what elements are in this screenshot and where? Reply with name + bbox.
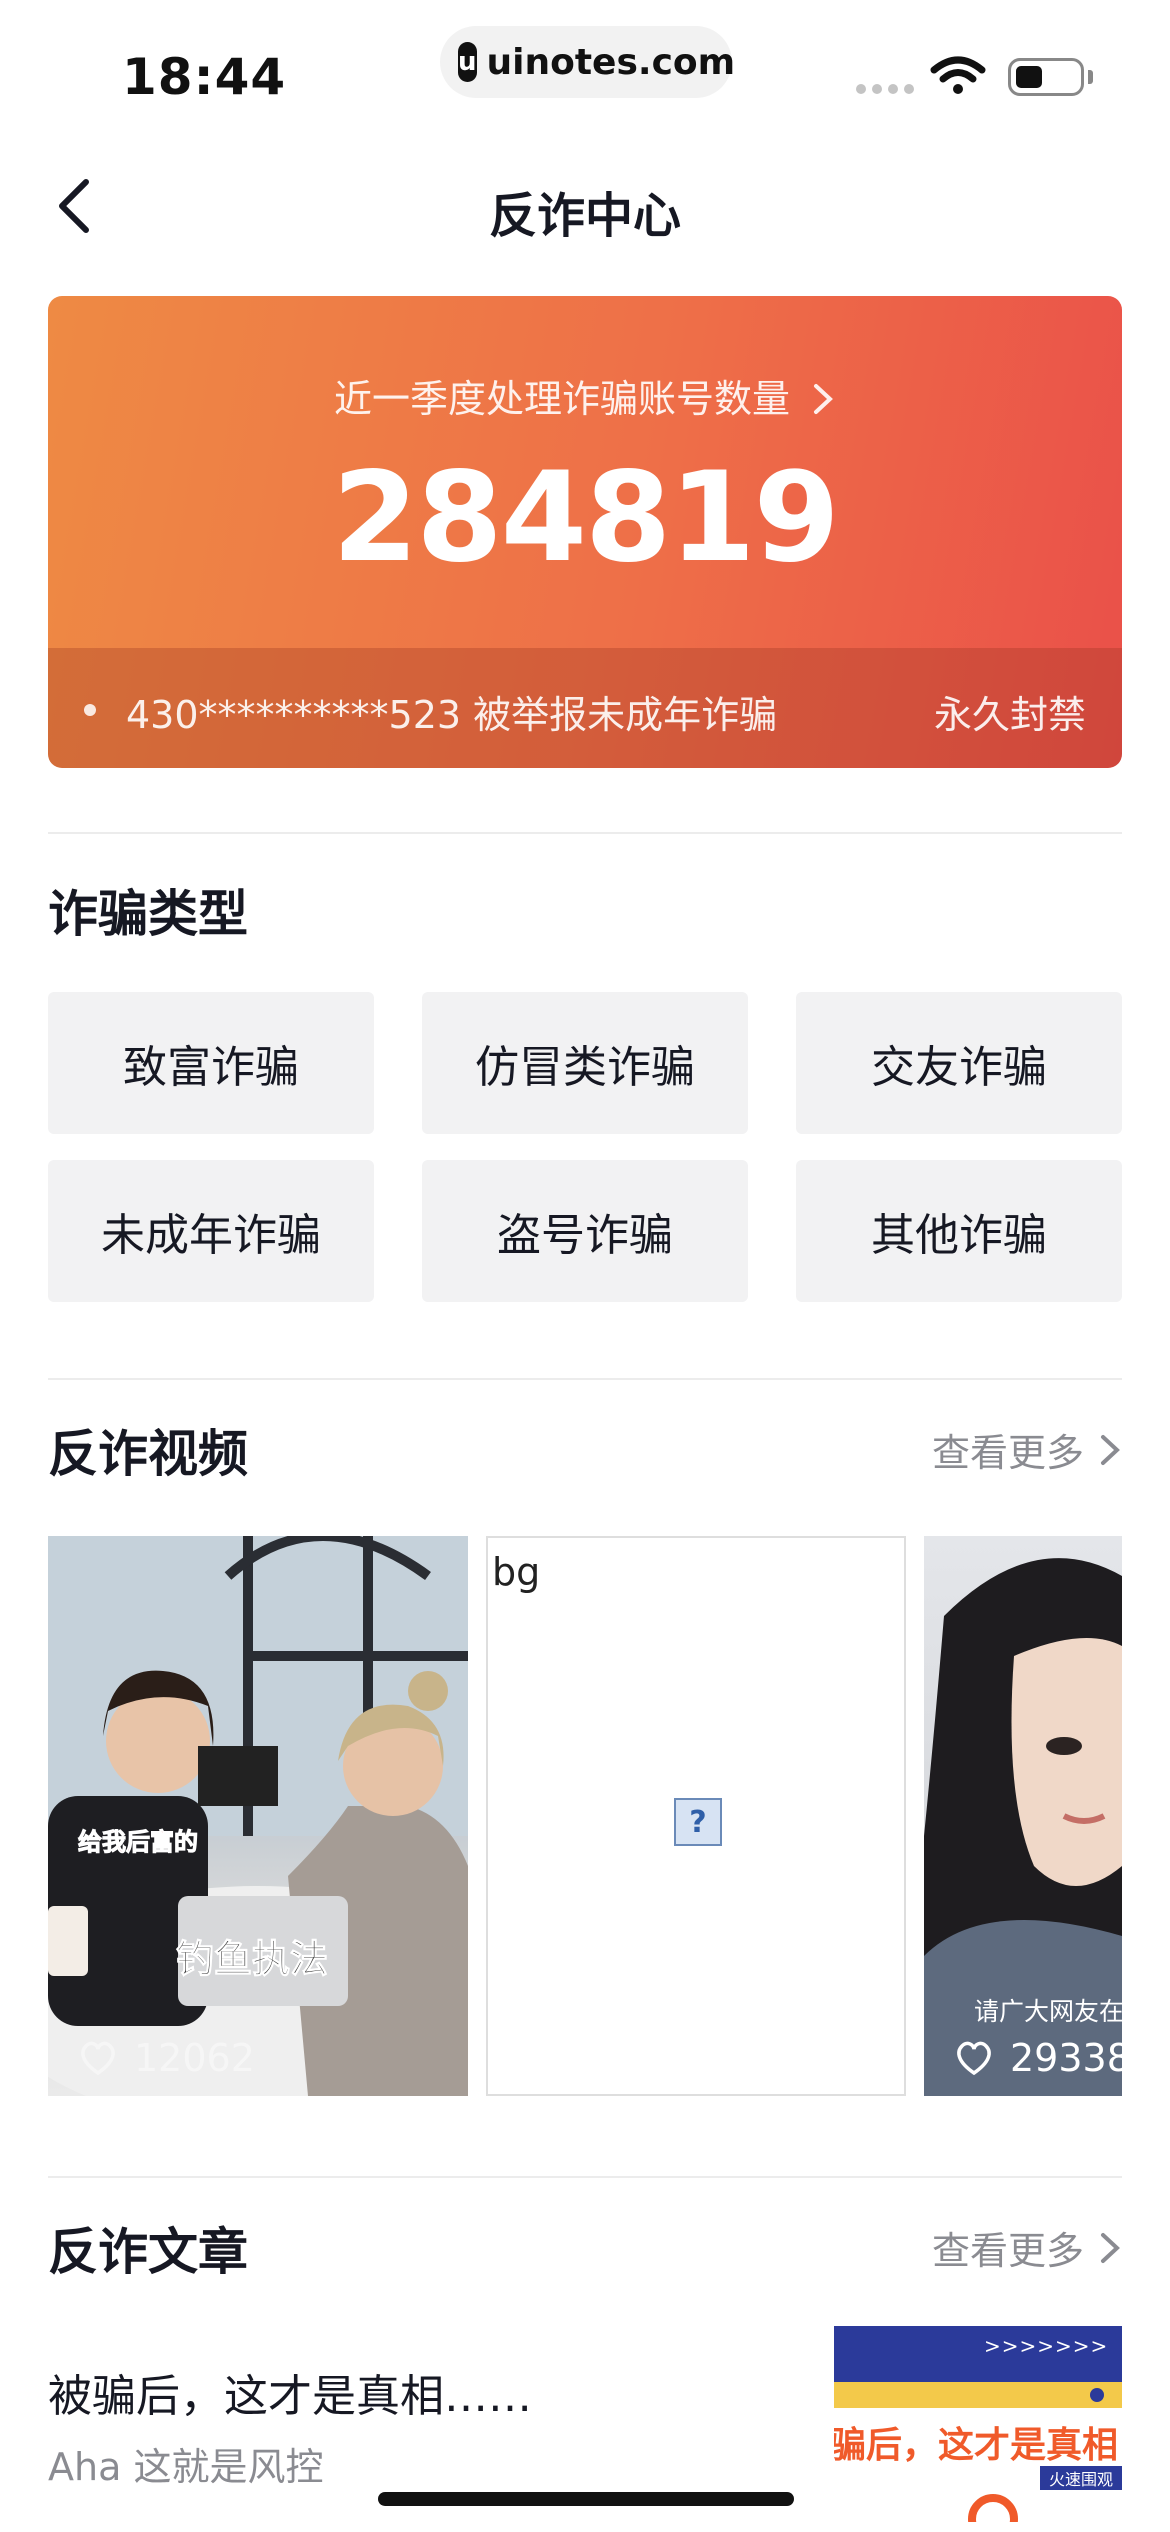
- divider: [48, 2176, 1122, 2178]
- page-title: 反诈中心: [488, 188, 681, 244]
- videos-title: 反诈视频: [48, 1425, 248, 1483]
- divider: [48, 1378, 1122, 1380]
- battery-icon: [1008, 58, 1084, 96]
- see-more-label: 查看更多: [931, 1431, 1084, 1475]
- fraud-types-title: 诈骗类型: [48, 885, 248, 943]
- fraud-type-impersonation[interactable]: 仿冒类诈骗: [422, 992, 748, 1134]
- broken-image-glyph: ?: [689, 1804, 707, 1840]
- video-likes: 29338: [954, 2036, 1122, 2080]
- article-thumbnail[interactable]: >>>>>>> 骗后，这才是真相 火速围观: [834, 2326, 1122, 2522]
- home-indicator[interactable]: [378, 2492, 794, 2506]
- articles-title: 反诈文章: [48, 2223, 248, 2281]
- divider: [48, 832, 1122, 834]
- fraud-type-other[interactable]: 其他诈骗: [796, 1160, 1122, 1302]
- video-likes: 12062: [78, 2036, 255, 2080]
- video-card[interactable]: 给我后富的 钓鱼执法 12062: [48, 1536, 468, 2096]
- see-more-label: 查看更多: [931, 2229, 1084, 2273]
- broken-image-icon: ?: [674, 1798, 722, 1846]
- site-logo-icon: u: [458, 42, 477, 82]
- chevron-right-icon: [1101, 1434, 1120, 1465]
- chevron-right-icon: [1101, 2232, 1120, 2263]
- video-card[interactable]: bg ?: [486, 1536, 906, 2096]
- thumb-ring: [968, 2494, 1018, 2522]
- video-caption: 请广大网友在: [974, 1997, 1122, 2026]
- battery-cap: [1088, 70, 1093, 84]
- chevron-right-icon: [814, 384, 833, 414]
- url-pill[interactable]: u uinotes.com: [440, 26, 735, 98]
- fraud-type-dating[interactable]: 交友诈骗: [796, 992, 1122, 1134]
- bullet-dot: [84, 704, 96, 716]
- ticker-status: 永久封禁: [933, 693, 1086, 737]
- ticker-account-text: 430**********523 被举报未成年诈骗: [126, 693, 778, 737]
- article-title[interactable]: 被骗后，这才是真相……: [48, 2360, 532, 2424]
- stats-label[interactable]: 近一季度处理诈骗账号数量: [48, 368, 1122, 423]
- likes-count: 29338: [1010, 2036, 1122, 2080]
- thumb-tag: 火速围观: [1040, 2466, 1122, 2490]
- video-caption: 给我后富的: [78, 1828, 199, 1857]
- stats-count: 284819: [332, 446, 840, 590]
- video-thumbnail-scene: [48, 1536, 468, 2096]
- thumb-arrows: >>>>>>>: [984, 2334, 1109, 2358]
- heart-icon: [957, 2041, 991, 2076]
- fraud-stats-card[interactable]: 近一季度处理诈骗账号数量 284819 430**********523 被举报…: [48, 296, 1122, 768]
- fraud-type-minor[interactable]: 未成年诈骗: [48, 1160, 374, 1302]
- videos-see-more-link[interactable]: 查看更多: [932, 1422, 1122, 1477]
- signal-dots-icon: [856, 84, 914, 94]
- broken-image-alt: bg: [492, 1550, 541, 1594]
- articles-see-more-link[interactable]: 查看更多: [932, 2220, 1122, 2275]
- video-caption: 钓鱼执法: [175, 1937, 329, 1982]
- ban-ticker: 430**********523 被举报未成年诈骗 永久封禁: [48, 648, 1122, 768]
- thumb-dot: [1090, 2388, 1104, 2402]
- thumb-stripe: [834, 2382, 1122, 2408]
- fraud-type-account-theft[interactable]: 盗号诈骗: [422, 1160, 748, 1302]
- wifi-icon: [930, 56, 986, 94]
- url-text: uinotes.com: [486, 41, 736, 83]
- stats-label-text: 近一季度处理诈骗账号数量: [333, 377, 790, 421]
- thumb-headline: 骗后，这才是真相: [834, 2425, 1119, 2466]
- article-source: Aha 这就是风控: [48, 2445, 324, 2489]
- likes-count: 12062: [134, 2036, 255, 2080]
- video-card[interactable]: 请广大网友在 29338: [924, 1536, 1122, 2096]
- fraud-type-wealth[interactable]: 致富诈骗: [48, 992, 374, 1134]
- heart-icon: [81, 2041, 115, 2076]
- status-time: 18:44: [122, 48, 287, 106]
